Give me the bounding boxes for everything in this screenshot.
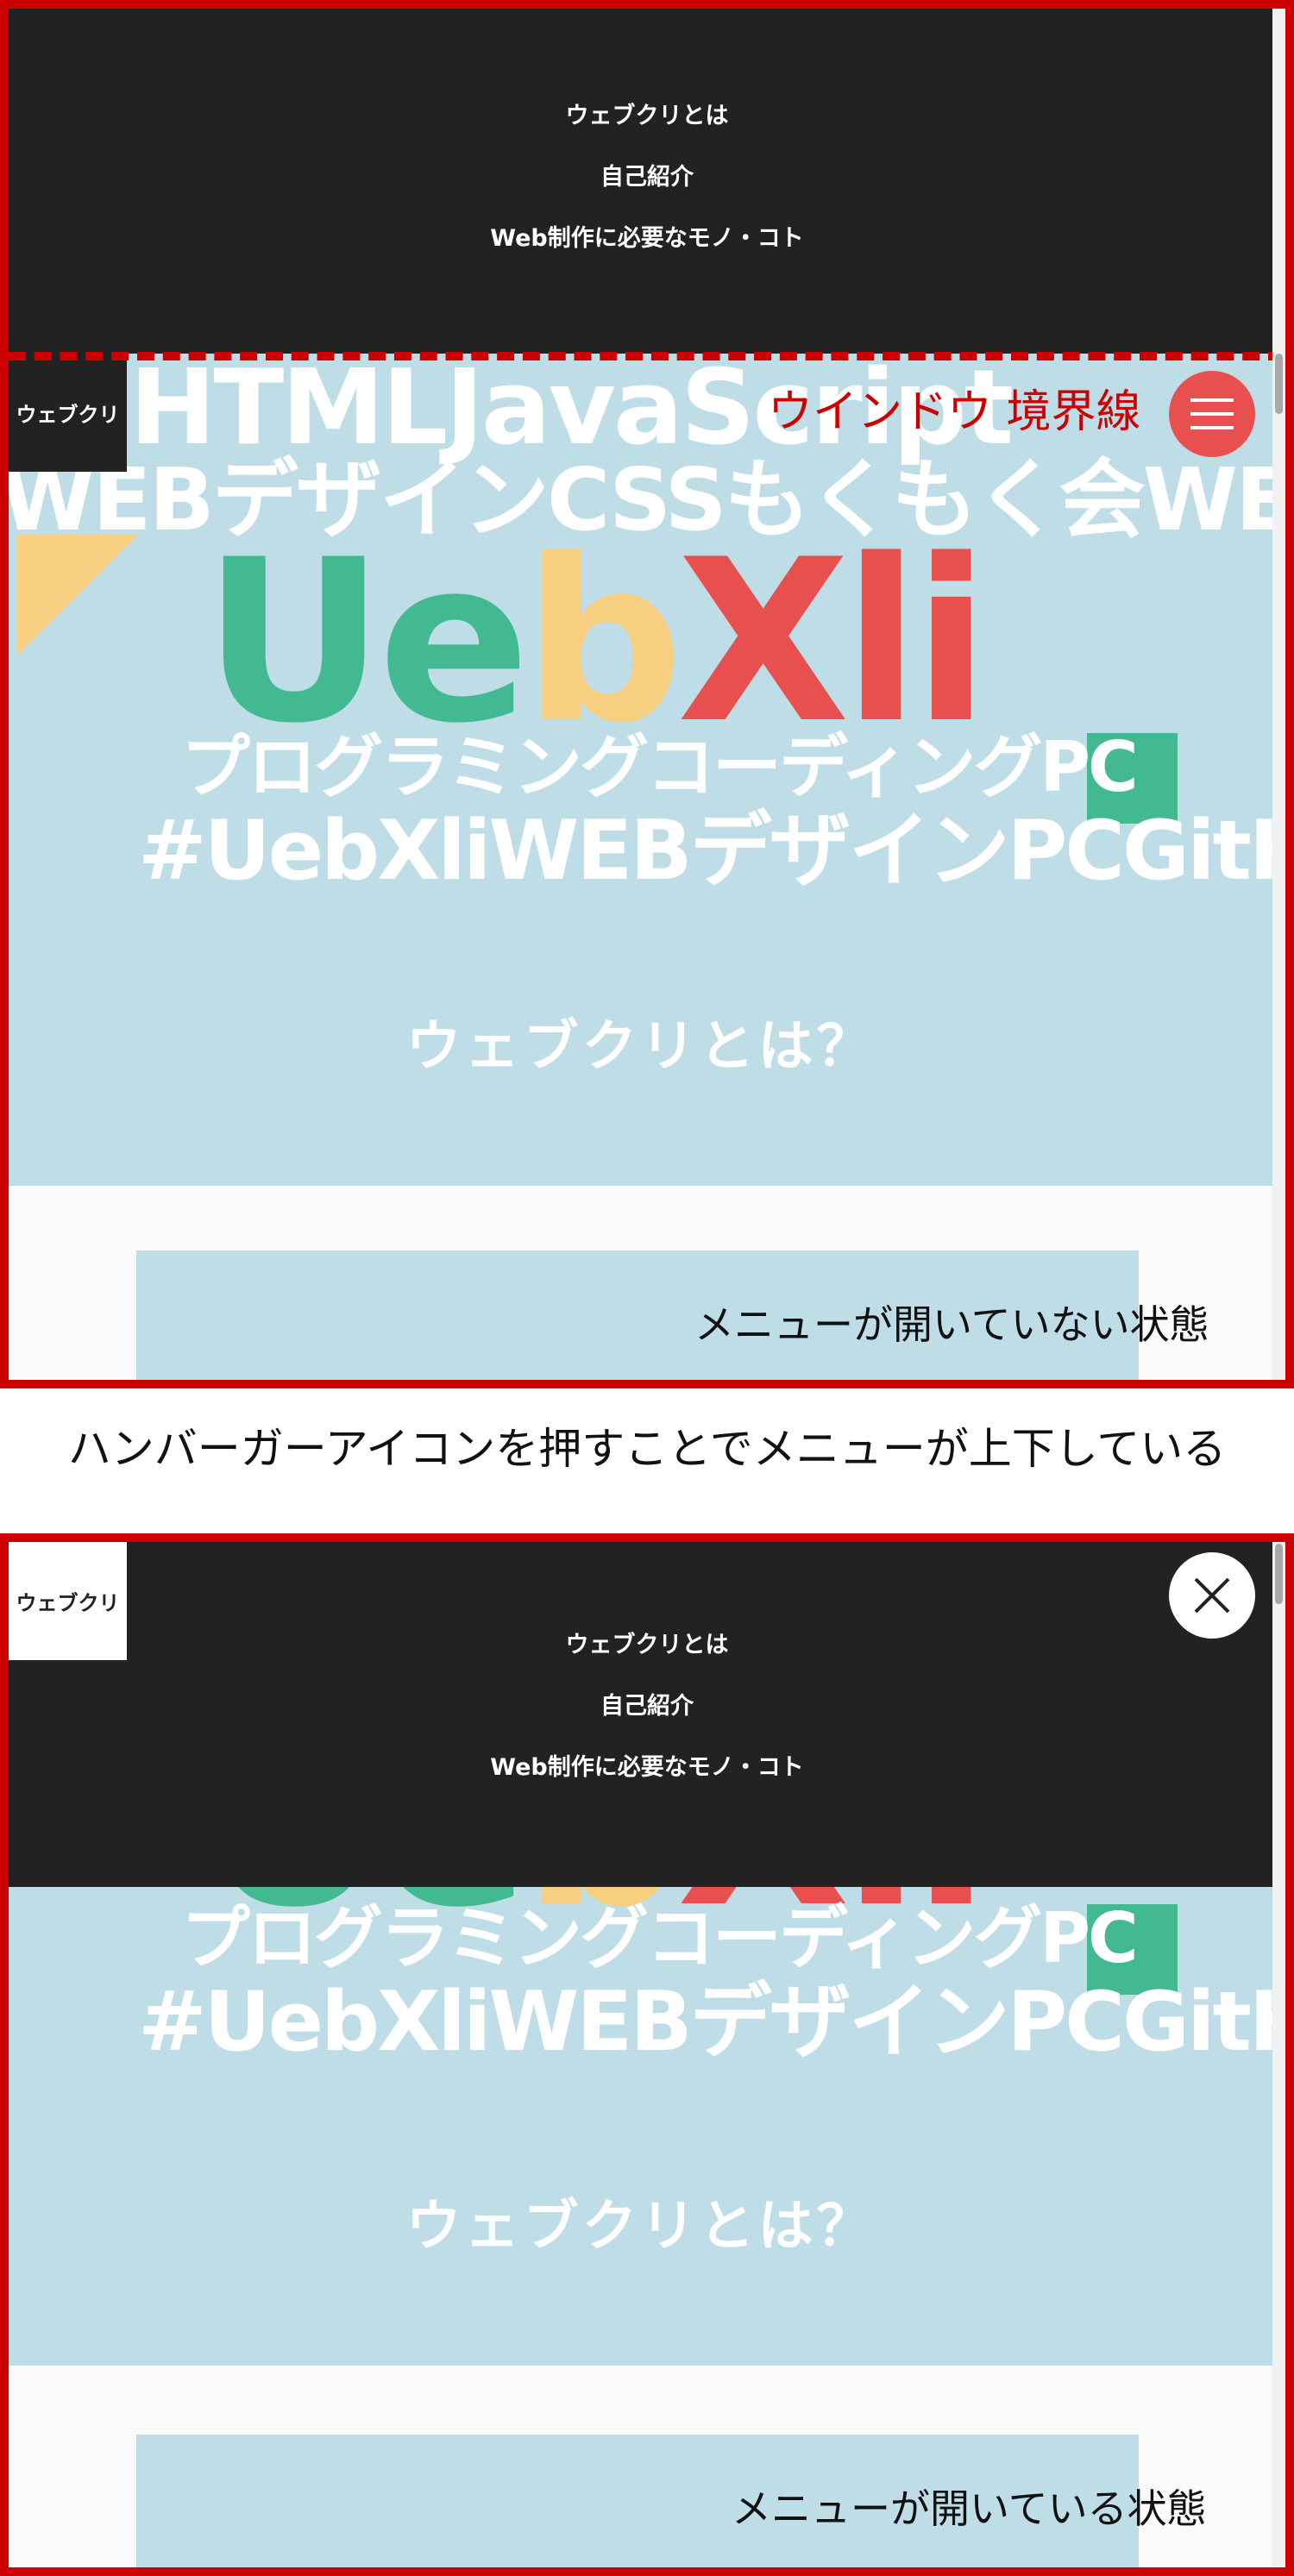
closed-state-annotation: メニューが開いていない状態 (694, 1301, 1209, 1348)
scrollbar[interactable] (1272, 9, 1285, 1380)
browser-viewport: ウェブクリとは 自己紹介 Web制作に必要なモノ・コト HTMLJavaScri… (9, 9, 1272, 1380)
about-section-title: ウェブクリとは？ (405, 1014, 876, 1079)
window-boundary-line (9, 352, 1272, 360)
menu-item-profile[interactable]: 自己紹介 (600, 160, 694, 195)
about-section-title-open: ウェブクリとは？ (405, 2194, 876, 2259)
yellow-triangle-shape (17, 535, 138, 655)
hamburger-menu-icon (1190, 398, 1234, 402)
explanation-caption: ハンバーガーアイコンを押すことでメニューが上下している (67, 1424, 1227, 1474)
browser-viewport-open: UebXli プログラミングコーディングPC #UebXliWEBデザインPCG… (9, 1542, 1272, 2567)
about-section-band: ウェブクリとは？ (9, 897, 1272, 1186)
hero-deco-line-4: #UebXliWEBデザインPCGitHub (138, 804, 1272, 897)
hero-deco-line-3: プログラミングコーディングPC (181, 727, 1139, 807)
about-section-band-open: ウェブクリとは？ (9, 2077, 1272, 2366)
menu-item-about[interactable]: ウェブクリとは (566, 1628, 729, 1663)
nav-menu-panel: ウェブクリとは 自己紹介 Web制作に必要なモノ・コト (9, 9, 1272, 354)
hero-big-logo: UebXli (203, 512, 989, 773)
hero-deco-line-3-open: プログラミングコーディングPC (181, 1898, 1139, 1978)
scrollbar-thumb[interactable] (1275, 354, 1283, 414)
hero-deco-line-4-open: #UebXliWEBデザインPCGitHub (138, 1975, 1272, 2070)
close-icon (1194, 1577, 1230, 1614)
hamburger-menu-button[interactable] (1169, 371, 1255, 457)
site-logo-open[interactable]: ウェブクリ (9, 1542, 127, 1660)
open-state-annotation: メニューが開いている状態 (732, 2485, 1207, 2532)
scrollbar-thumb-open[interactable] (1275, 1544, 1283, 1604)
menu-item-profile[interactable]: 自己紹介 (600, 1689, 694, 1724)
window-boundary-label: ウインドウ 境界線 (768, 386, 1141, 438)
site-logo[interactable]: ウェブクリ (9, 354, 127, 472)
scrollbar-open[interactable] (1272, 1542, 1285, 2567)
menu-item-about[interactable]: ウェブクリとは (566, 99, 729, 134)
window-closed-state: ウェブクリとは 自己紹介 Web制作に必要なモノ・コト HTMLJavaScri… (0, 0, 1294, 1388)
nav-menu-panel-open: ウェブクリとは 自己紹介 Web制作に必要なモノ・コト (9, 1542, 1272, 1887)
menu-item-web-essentials[interactable]: Web制作に必要なモノ・コト (490, 1751, 803, 1785)
menu-item-web-essentials[interactable]: Web制作に必要なモノ・コト (490, 222, 803, 256)
close-menu-button[interactable] (1169, 1552, 1255, 1639)
window-open-state: UebXli プログラミングコーディングPC #UebXliWEBデザインPCG… (0, 1533, 1294, 2576)
